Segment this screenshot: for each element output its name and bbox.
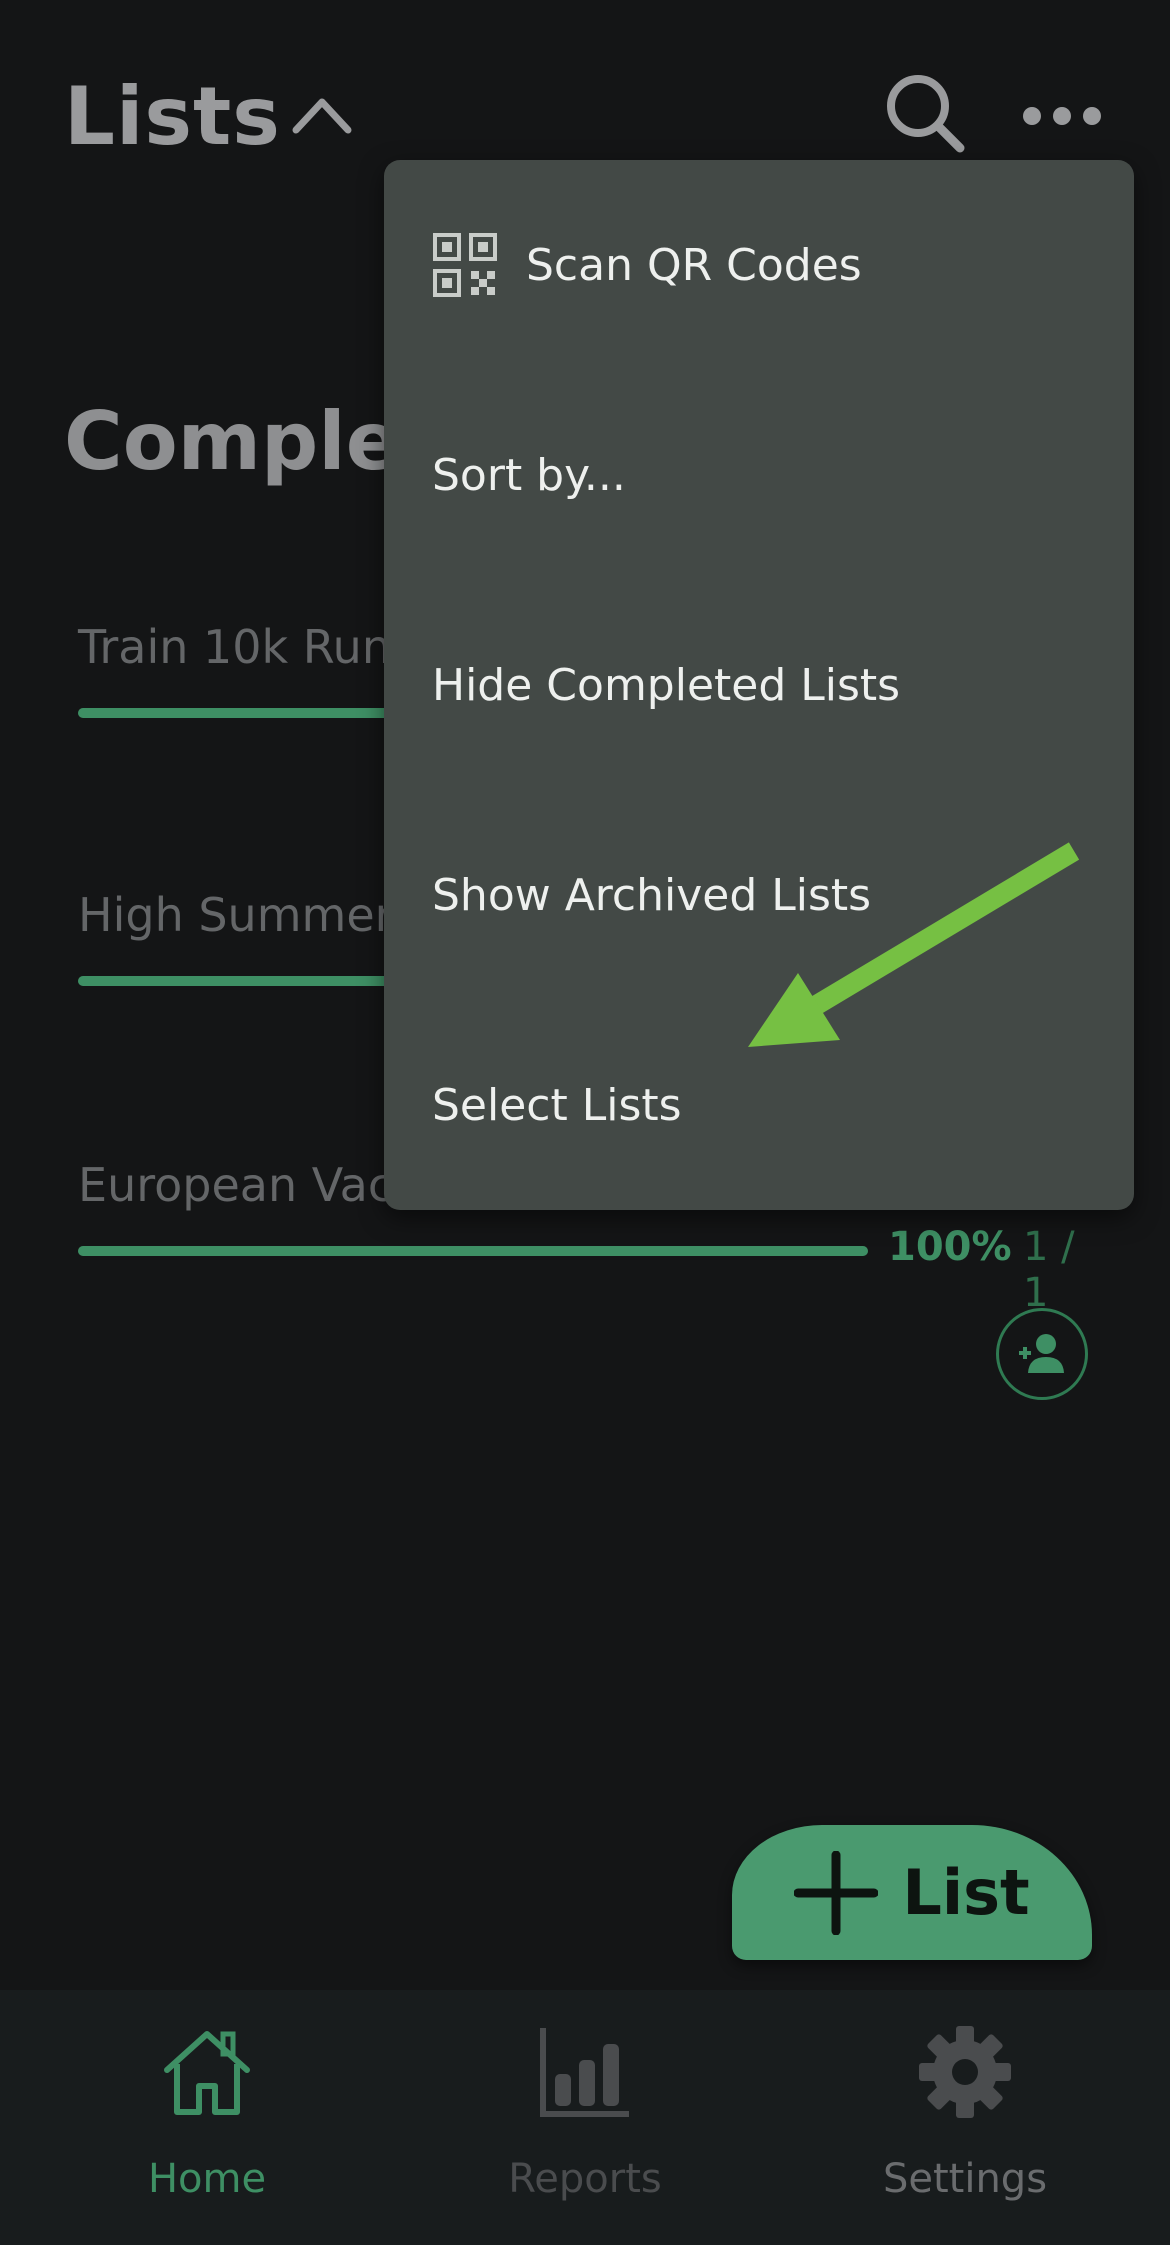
nav-item-reports[interactable]: Reports <box>390 1990 780 2245</box>
bottom-navigation: Home Reports Settings <box>0 1990 1170 2245</box>
nav-label: Settings <box>882 2156 1048 2202</box>
overflow-menu: Scan QR Codes Sort by... Hide Completed … <box>384 160 1134 1210</box>
plus-icon <box>794 1850 879 1935</box>
list-name: High Summer <box>78 888 394 942</box>
nav-label: Home <box>147 2156 267 2202</box>
progress-percent: 100% <box>888 1224 1012 1270</box>
list-name: Train 10k Run <box>78 620 391 674</box>
page-title[interactable]: Lists <box>64 70 281 163</box>
menu-item-label: Sort by... <box>432 449 626 501</box>
search-icon[interactable] <box>882 70 968 156</box>
menu-item-label: Hide Completed Lists <box>432 659 901 711</box>
menu-item-label: Select Lists <box>432 1079 682 1131</box>
menu-item-scan-qr[interactable]: Scan QR Codes <box>384 160 1134 370</box>
qr-code-icon <box>433 233 497 297</box>
menu-item-sort-by[interactable]: Sort by... <box>384 370 1134 580</box>
add-list-button[interactable]: List <box>732 1825 1092 1960</box>
chevron-up-icon[interactable] <box>290 92 354 136</box>
menu-item-select-lists[interactable]: Select Lists <box>384 1000 1134 1210</box>
menu-item-show-archived[interactable]: Show Archived Lists <box>384 790 1134 1000</box>
gear-icon <box>919 2026 1011 2118</box>
nav-item-home[interactable]: Home <box>12 1990 402 2245</box>
menu-item-label: Show Archived Lists <box>432 869 872 921</box>
progress-bar <box>78 1246 868 1256</box>
share-list-button[interactable] <box>996 1308 1088 1400</box>
add-list-label: List <box>902 1856 1030 1929</box>
home-icon <box>164 2031 250 2115</box>
nav-item-settings[interactable]: Settings <box>770 1990 1160 2245</box>
menu-item-label: Scan QR Codes <box>526 239 862 291</box>
item-count: 1 / 1 <box>1023 1224 1075 1316</box>
nav-label: Reports <box>508 2156 662 2202</box>
bar-chart-icon <box>540 2028 629 2117</box>
add-person-icon <box>1019 1334 1064 1373</box>
more-horizontal-icon[interactable] <box>1020 98 1104 134</box>
menu-item-hide-completed[interactable]: Hide Completed Lists <box>384 580 1134 790</box>
